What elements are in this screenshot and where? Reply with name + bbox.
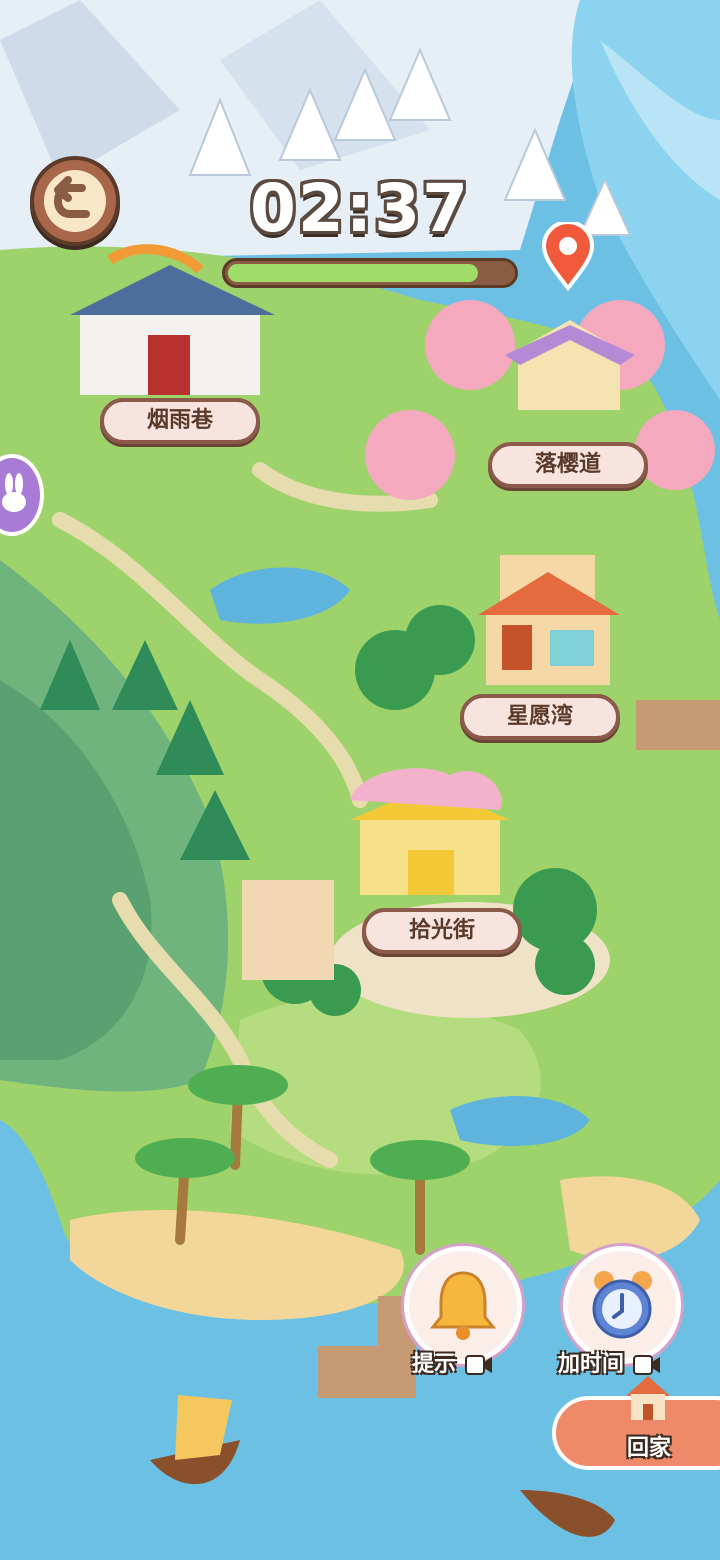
video-camera-icon xyxy=(465,1354,493,1380)
home-label: 回家 xyxy=(626,1436,671,1461)
location-pin-icon xyxy=(540,220,596,292)
bell-icon xyxy=(429,1271,497,1340)
alarm-clock-icon xyxy=(592,1271,652,1339)
add-time-button[interactable]: 加时间 xyxy=(552,1246,692,1377)
location-yanyuxiang[interactable]: 烟雨巷 xyxy=(100,398,260,444)
location-shiguangjie[interactable]: 拾光街 xyxy=(362,908,522,954)
hint-button[interactable]: 提示 xyxy=(398,1246,528,1377)
hint-label: 提示 xyxy=(412,1352,457,1377)
house-icon xyxy=(618,1370,678,1424)
location-luoyingdao[interactable]: 落樱道 xyxy=(488,442,648,488)
add-time-label: 加时间 xyxy=(558,1352,625,1377)
time-progress-bar xyxy=(222,258,518,288)
bunny-icon[interactable] xyxy=(0,454,44,536)
home-button[interactable]: 回家 xyxy=(552,1376,720,1470)
time-progress-fill xyxy=(228,264,478,282)
location-xingyuanwan[interactable]: 星愿湾 xyxy=(460,694,620,740)
countdown-timer: 02:37 xyxy=(249,170,471,247)
